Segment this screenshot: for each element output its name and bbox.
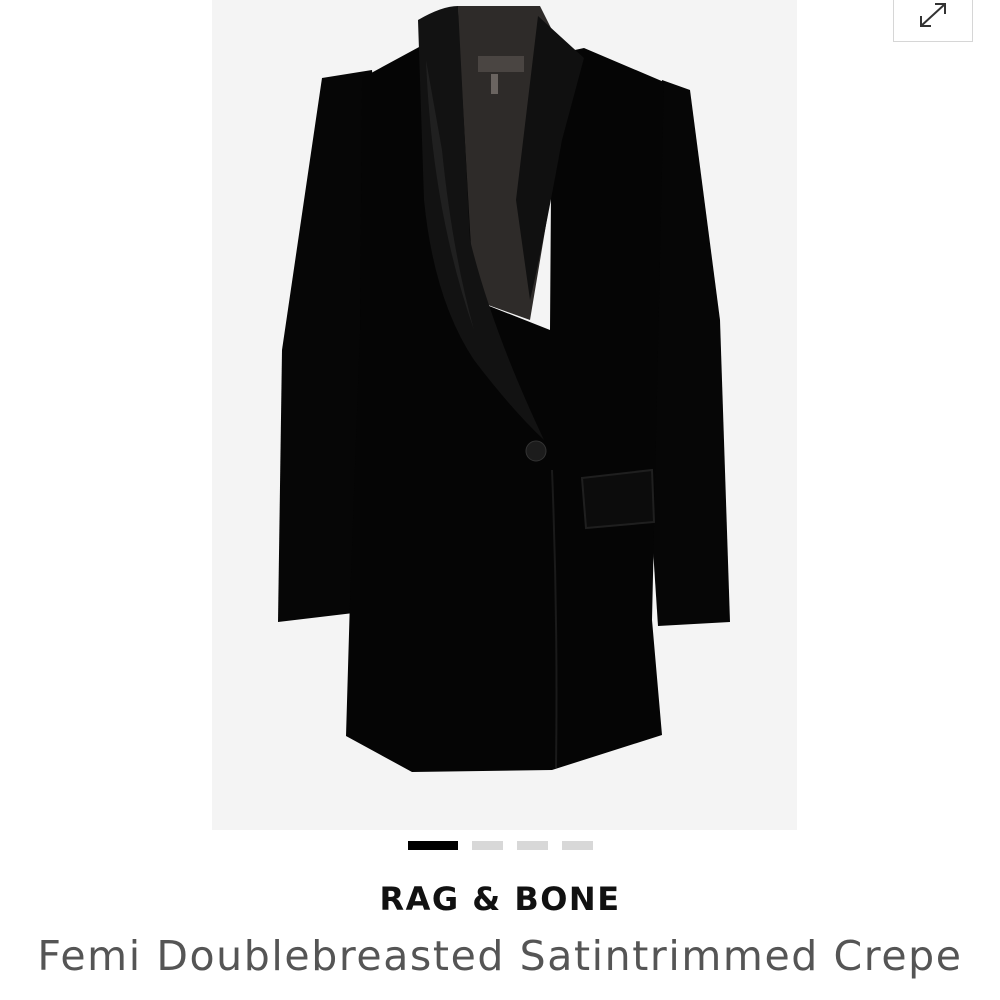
gallery-pagination [0, 841, 1000, 850]
jacket-button [525, 440, 547, 462]
expand-image-button[interactable] [893, 0, 973, 42]
gallery-dot-2[interactable] [471, 841, 503, 850]
gallery-dot-1[interactable] [407, 841, 458, 850]
pocket-flap [580, 468, 656, 530]
product-page: RAG & BONE Femi Doublebreasted Satintrim… [0, 0, 1000, 1000]
brand-tag [478, 56, 524, 72]
gallery-dot-4[interactable] [561, 841, 593, 850]
product-name: Femi Doublebreasted Satintrimmed Crepe [37, 932, 963, 980]
gallery-dot-3[interactable] [516, 841, 548, 850]
product-image [278, 6, 730, 772]
product-image-gallery[interactable] [212, 0, 797, 830]
product-brand[interactable]: RAG & BONE [0, 880, 1000, 918]
expand-arrows-icon [920, 3, 946, 27]
